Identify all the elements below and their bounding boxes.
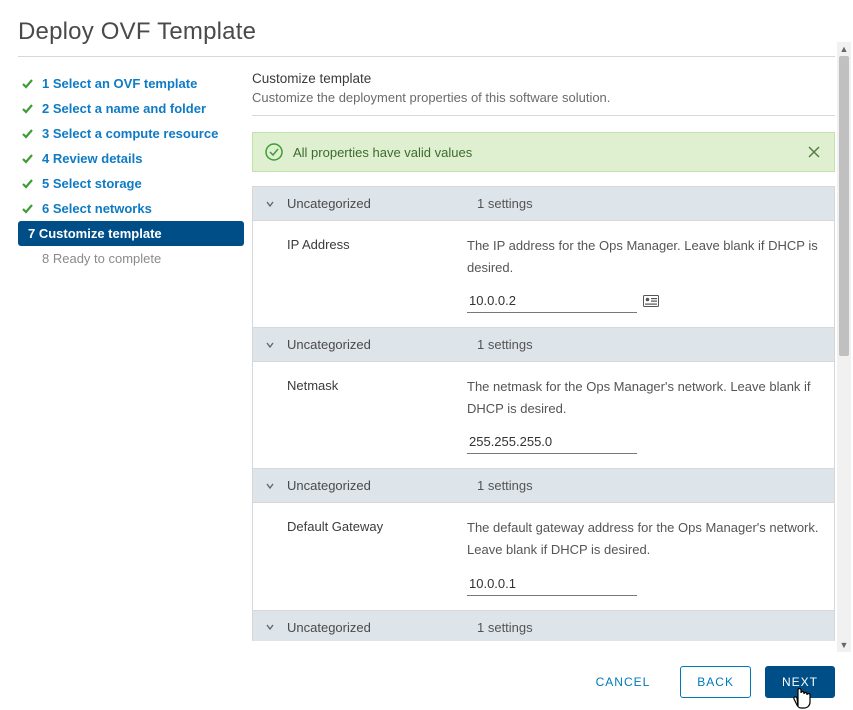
category-header[interactable]: Uncategorized1 settings bbox=[253, 611, 834, 641]
check-icon bbox=[20, 152, 34, 166]
category-count: 1 settings bbox=[477, 337, 533, 352]
wizard-step-5[interactable]: 5 Select storage bbox=[18, 171, 244, 196]
wizard-footer: CANCEL BACK NEXT bbox=[580, 666, 835, 698]
check-icon bbox=[20, 177, 34, 191]
cancel-button[interactable]: CANCEL bbox=[580, 667, 667, 697]
setting-input[interactable] bbox=[467, 430, 637, 454]
category-header[interactable]: Uncategorized1 settings bbox=[253, 469, 834, 503]
check-icon bbox=[20, 77, 34, 91]
step-label: 6 Select networks bbox=[42, 201, 152, 216]
section-divider bbox=[252, 115, 835, 116]
setting-name: Default Gateway bbox=[287, 517, 467, 595]
setting-name: IP Address bbox=[287, 235, 467, 313]
check-circle-icon bbox=[265, 143, 283, 161]
category-name: Uncategorized bbox=[287, 337, 477, 352]
setting-description: The netmask for the Ops Manager's networ… bbox=[467, 376, 824, 420]
step-label: 3 Select a compute resource bbox=[42, 126, 218, 141]
wizard-step-2[interactable]: 2 Select a name and folder bbox=[18, 96, 244, 121]
chevron-down-icon bbox=[263, 479, 277, 493]
step-label: 4 Review details bbox=[42, 151, 142, 166]
wizard-step-4[interactable]: 4 Review details bbox=[18, 146, 244, 171]
wizard-step-6[interactable]: 6 Select networks bbox=[18, 196, 244, 221]
title-divider bbox=[18, 56, 835, 57]
scroll-up-icon[interactable]: ▲ bbox=[837, 42, 851, 56]
step-label: 1 Select an OVF template bbox=[42, 76, 197, 91]
wizard-step-3[interactable]: 3 Select a compute resource bbox=[18, 121, 244, 146]
wizard-step-8: 8 Ready to complete bbox=[18, 246, 244, 271]
chevron-down-icon bbox=[263, 620, 277, 634]
step-label: 2 Select a name and folder bbox=[42, 101, 206, 116]
scrollbar-track[interactable]: ▲ ▼ bbox=[837, 56, 851, 638]
section-subtitle: Customize the deployment properties of t… bbox=[252, 90, 835, 105]
check-icon bbox=[20, 202, 34, 216]
setting-row: Default GatewayThe default gateway addre… bbox=[253, 503, 834, 610]
scroll-down-icon[interactable]: ▼ bbox=[837, 638, 851, 652]
setting-row: IP AddressThe IP address for the Ops Man… bbox=[253, 221, 834, 328]
setting-input[interactable] bbox=[467, 572, 637, 596]
category-count: 1 settings bbox=[477, 620, 533, 635]
validation-banner: All properties have valid values bbox=[252, 132, 835, 172]
category-name: Uncategorized bbox=[287, 196, 477, 211]
chevron-down-icon bbox=[263, 197, 277, 211]
wizard-step-7[interactable]: 7 Customize template bbox=[18, 221, 244, 246]
category-header[interactable]: Uncategorized1 settings bbox=[253, 328, 834, 362]
settings-table: Uncategorized1 settingsIP AddressThe IP … bbox=[252, 186, 835, 641]
close-icon[interactable] bbox=[806, 144, 822, 160]
banner-text: All properties have valid values bbox=[293, 145, 806, 160]
wizard-steps-sidebar: 1 Select an OVF template 2 Select a name … bbox=[18, 71, 252, 641]
category-name: Uncategorized bbox=[287, 478, 477, 493]
category-count: 1 settings bbox=[477, 478, 533, 493]
setting-description: The default gateway address for the Ops … bbox=[467, 517, 824, 561]
setting-row: NetmaskThe netmask for the Ops Manager's… bbox=[253, 362, 834, 469]
step-label: 7 Customize template bbox=[28, 226, 162, 241]
step-label: 5 Select storage bbox=[42, 176, 142, 191]
next-button[interactable]: NEXT bbox=[765, 666, 835, 698]
step-label: 8 Ready to complete bbox=[42, 251, 161, 266]
check-icon bbox=[20, 127, 34, 141]
section-title: Customize template bbox=[252, 71, 835, 86]
chevron-down-icon bbox=[263, 338, 277, 352]
category-name: Uncategorized bbox=[287, 620, 477, 635]
check-icon bbox=[20, 102, 34, 116]
category-count: 1 settings bbox=[477, 196, 533, 211]
back-button[interactable]: BACK bbox=[680, 666, 751, 698]
wizard-step-1[interactable]: 1 Select an OVF template bbox=[18, 71, 244, 96]
id-card-icon[interactable] bbox=[643, 294, 659, 308]
category-header[interactable]: Uncategorized1 settings bbox=[253, 187, 834, 221]
setting-input[interactable] bbox=[467, 289, 637, 313]
page-title: Deploy OVF Template bbox=[18, 18, 835, 46]
setting-name: Netmask bbox=[287, 376, 467, 454]
scrollbar-thumb[interactable] bbox=[839, 56, 849, 356]
setting-description: The IP address for the Ops Manager. Leav… bbox=[467, 235, 824, 279]
